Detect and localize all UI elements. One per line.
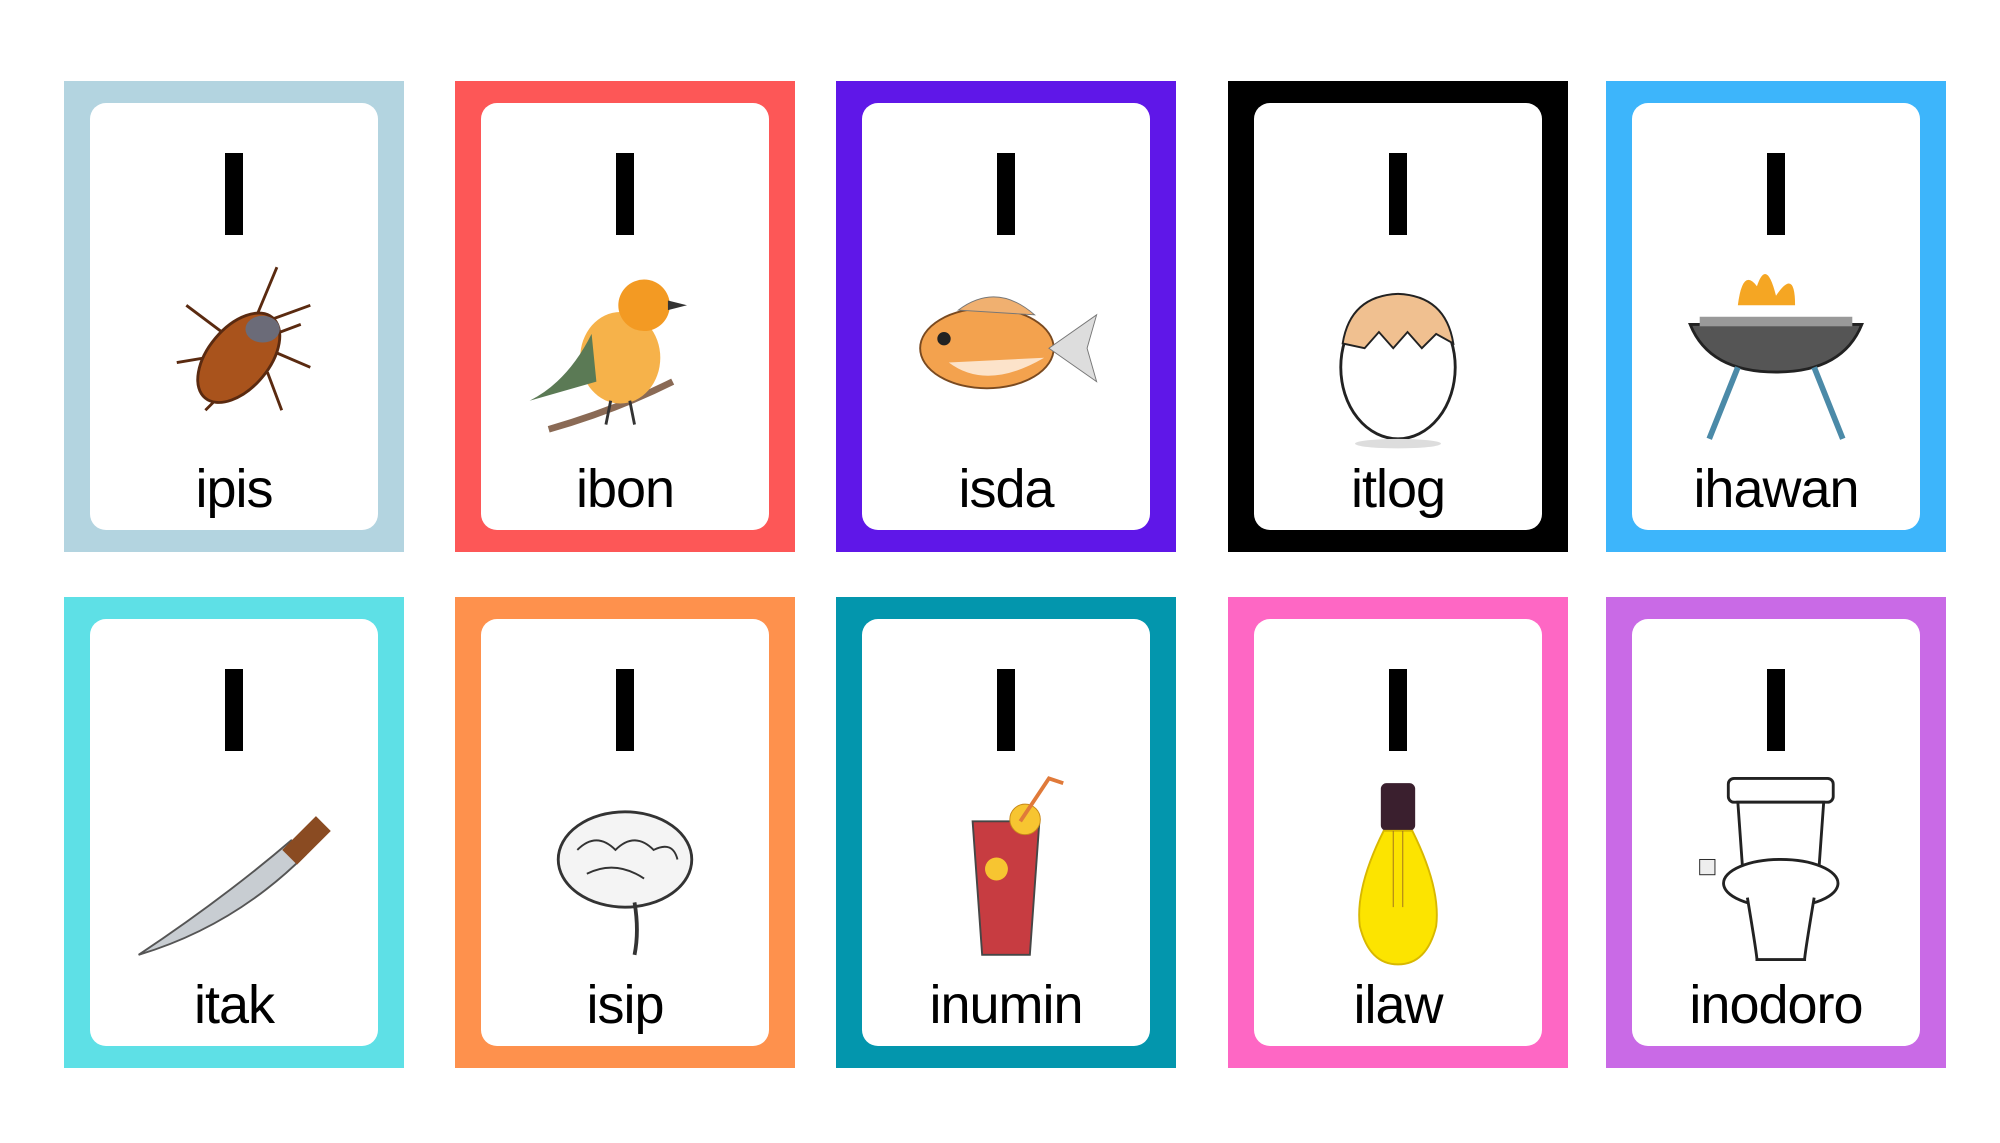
card-face: I itak	[90, 619, 378, 1046]
card-face: I ihawan	[1632, 103, 1920, 530]
flashcard-ilaw: I ilaw	[1228, 597, 1568, 1068]
card-word: ilaw	[1353, 975, 1443, 1035]
card-word: ihawan	[1693, 459, 1859, 519]
flashcard-inumin: I inumin	[836, 597, 1176, 1068]
card-word: ipis	[195, 459, 273, 519]
flashcard-ibon: I ibon	[455, 81, 795, 552]
card-face: I isda	[862, 103, 1150, 530]
card-face: I ibon	[481, 103, 769, 530]
letter-i: I	[225, 153, 243, 235]
card-face: I inumin	[862, 619, 1150, 1046]
letter-i: I	[1389, 669, 1407, 751]
fish-icon	[882, 248, 1130, 458]
letter-i: I	[1389, 153, 1407, 235]
card-word: itak	[193, 975, 275, 1035]
card-face: I inodoro	[1632, 619, 1920, 1046]
flashcard-isip: I isip	[455, 597, 795, 1068]
letter-i: I	[616, 153, 634, 235]
card-face: I isip	[481, 619, 769, 1046]
flashcard-inodoro: I inodoro	[1606, 597, 1946, 1068]
flashcard-isda: I isda	[836, 81, 1176, 552]
card-word: inumin	[929, 975, 1083, 1035]
letter-i: I	[1767, 153, 1785, 235]
letter-i: I	[616, 669, 634, 751]
letter-i: I	[997, 669, 1015, 751]
card-face: I ilaw	[1254, 619, 1542, 1046]
flashcard-itlog: I itlog	[1228, 81, 1568, 552]
card-face: I ipis	[90, 103, 378, 530]
bird-icon	[501, 248, 749, 458]
egg-icon	[1274, 248, 1522, 458]
brain-icon	[501, 764, 749, 974]
machete-icon	[110, 764, 358, 974]
card-word: itlog	[1350, 459, 1446, 519]
toilet-icon	[1652, 764, 1900, 974]
letter-i: I	[1767, 669, 1785, 751]
card-face: I itlog	[1254, 103, 1542, 530]
card-word: isip	[586, 975, 664, 1035]
flashcard-itak: I itak	[64, 597, 404, 1068]
drink-icon	[882, 764, 1130, 974]
lightbulb-icon	[1274, 764, 1522, 974]
flashcard-ihawan: I ihawan	[1606, 81, 1946, 552]
letter-i: I	[225, 669, 243, 751]
card-word: inodoro	[1689, 975, 1863, 1035]
cockroach-icon	[110, 248, 358, 458]
card-word: isda	[958, 459, 1054, 519]
grill-icon	[1652, 248, 1900, 458]
card-word: ibon	[575, 459, 675, 519]
flashcard-ipis: I ipis	[64, 81, 404, 552]
letter-i: I	[997, 153, 1015, 235]
